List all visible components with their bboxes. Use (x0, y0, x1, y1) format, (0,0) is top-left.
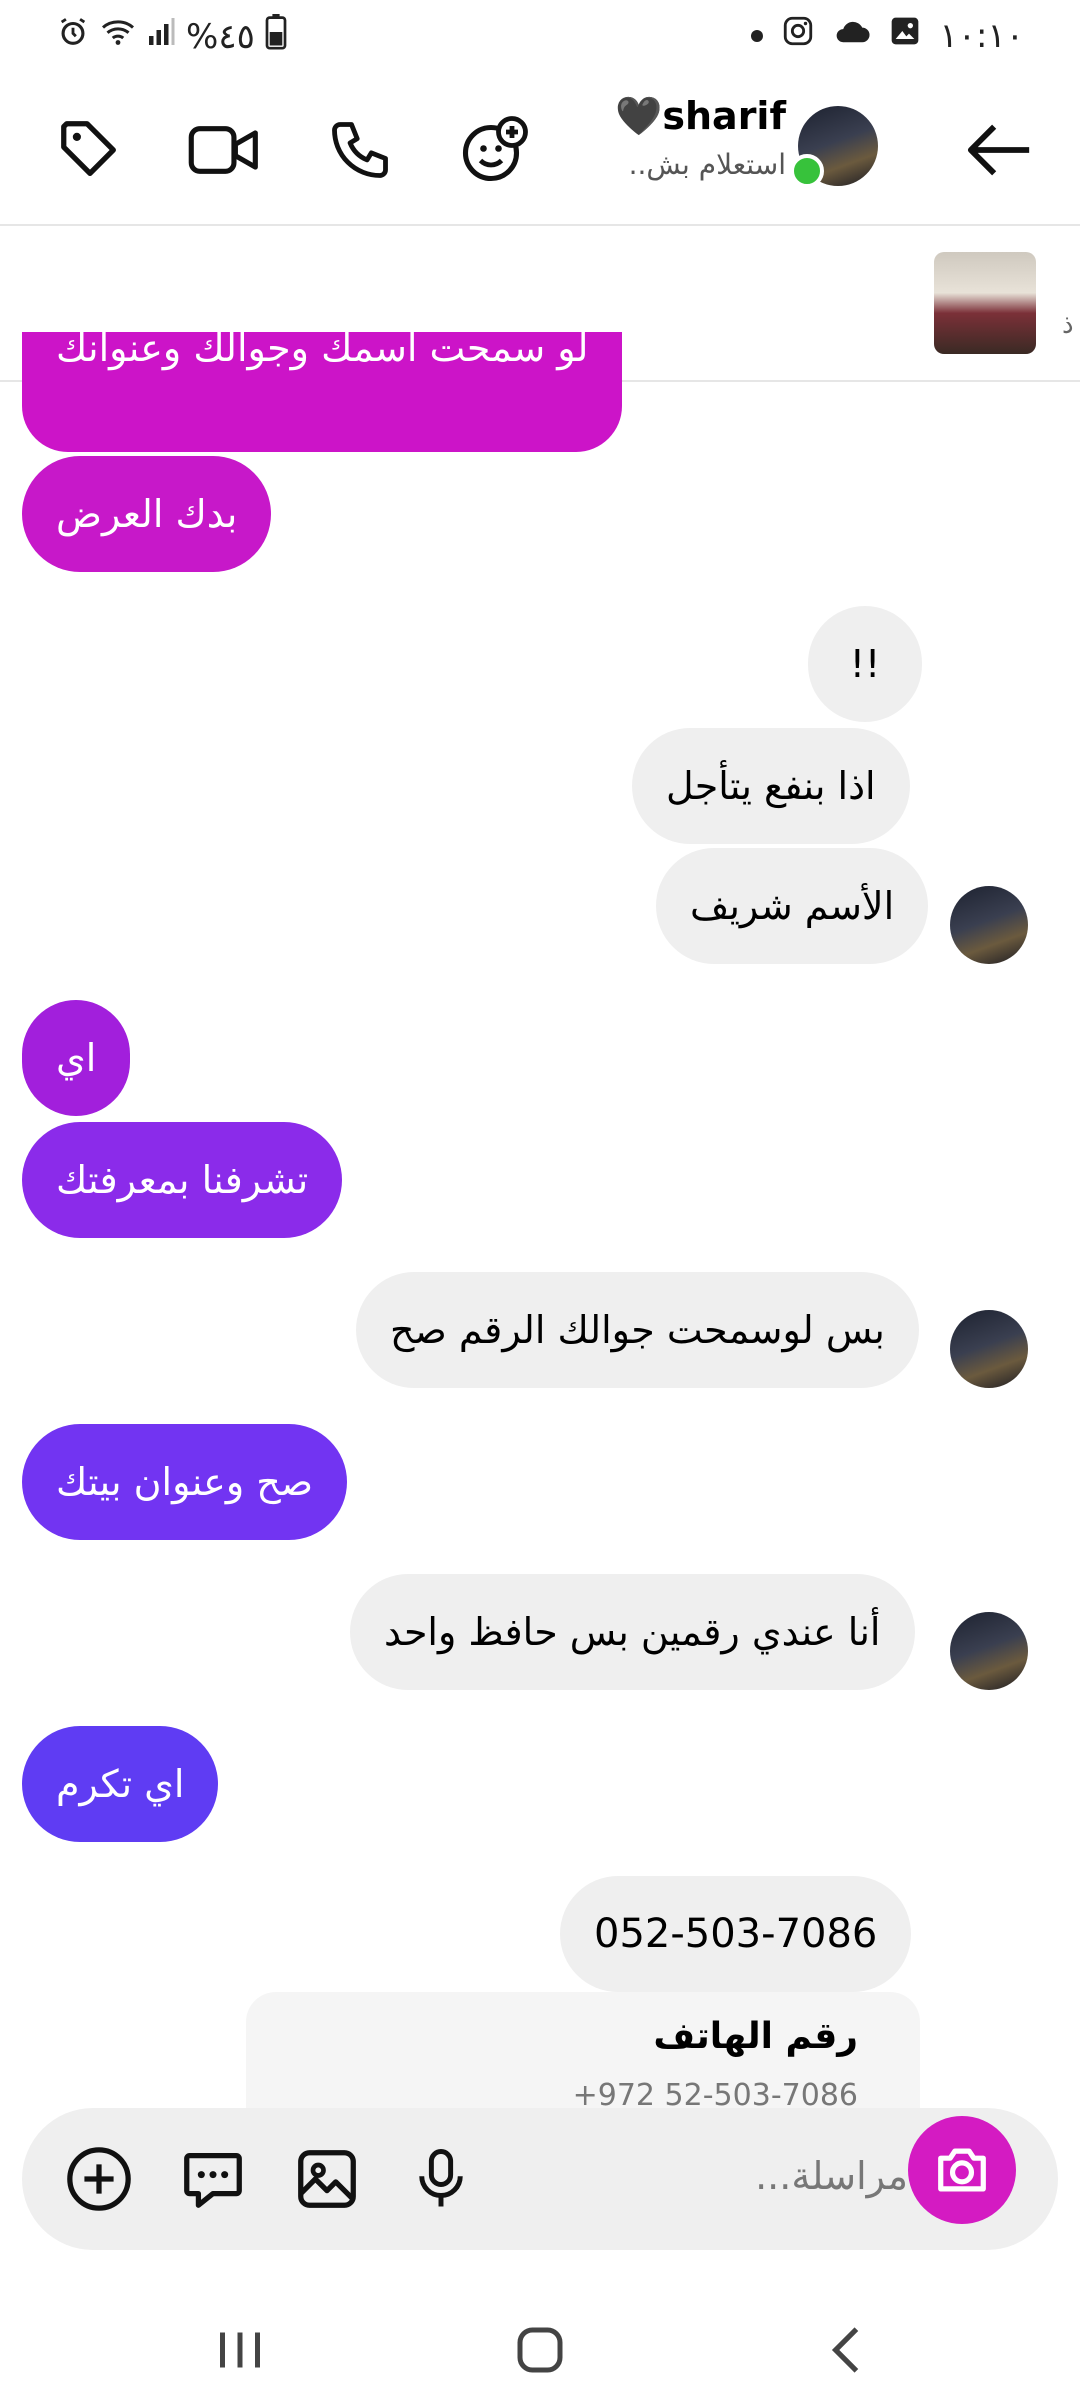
stickers-button[interactable] (452, 108, 536, 192)
message-bubble-incoming[interactable]: أنا عندي رقمين بس حافظ واحد (350, 1574, 915, 1690)
video-camera-icon (188, 126, 258, 174)
gallery-icon (889, 15, 921, 56)
battery-text: %٤٥ (186, 16, 255, 57)
message-bubble-outgoing[interactable]: تشرفنا بمعرفتك (22, 1122, 343, 1238)
contact-card[interactable]: رقم الهاتف +972 52-503-7086 (246, 1992, 920, 2113)
microphone-button[interactable] (400, 2138, 482, 2220)
contact-subtitle: استعلام بش.. (628, 148, 786, 181)
video-call-button[interactable] (182, 108, 266, 192)
pinned-text: ذ (1062, 310, 1074, 340)
message-bubble-incoming[interactable]: بس لوسمحت جوالك الرقم صح (356, 1272, 919, 1388)
home-icon (517, 2327, 563, 2373)
contact-name-text: sharif (662, 94, 786, 138)
message-bubble-outgoing[interactable]: بدك العرض (22, 456, 272, 572)
battery-icon (265, 14, 287, 59)
message-bubble-incoming[interactable]: 052-503-7086 (560, 1876, 912, 1992)
phone-icon (332, 122, 388, 178)
camera-button[interactable] (908, 2116, 1016, 2224)
chat-header: 🖤sharif استعلام بش.. (0, 72, 1080, 226)
message-input[interactable]: مراسلة... (755, 2154, 908, 2198)
image-icon (298, 2150, 356, 2208)
home-button[interactable] (500, 2310, 580, 2390)
recent-apps-button[interactable] (200, 2310, 280, 2390)
alarm-icon (56, 15, 90, 58)
contact-card-title: رقم الهاتف (653, 2016, 858, 2057)
message-bubble-incoming[interactable]: !! (808, 606, 922, 722)
back-button[interactable] (958, 108, 1042, 192)
add-button[interactable] (58, 2138, 140, 2220)
pinned-thumbnail[interactable] (934, 252, 1036, 354)
sender-avatar[interactable] (950, 886, 1028, 964)
message-text: لو سمحت اسمك وجوالك وعنوانك (56, 326, 589, 370)
chat-button[interactable] (172, 2138, 254, 2220)
message-bubble-outgoing[interactable]: اي (22, 1000, 131, 1116)
chevron-left-icon (831, 2327, 859, 2373)
sender-avatar[interactable] (950, 1310, 1028, 1388)
microphone-icon (419, 2149, 463, 2207)
status-bar: %٤٥ ١٠:١٠ (0, 0, 1080, 72)
tag-icon (61, 121, 116, 176)
cloud-icon (833, 16, 871, 56)
back-nav-button[interactable] (806, 2310, 886, 2390)
chat-bubble-icon (184, 2153, 242, 2208)
plus-circle-icon (67, 2147, 131, 2211)
signal-icon (146, 17, 176, 57)
heart-emoji: 🖤 (615, 94, 663, 138)
message-bubble-outgoing[interactable]: اي تكرم (22, 1726, 219, 1842)
notification-dot (751, 29, 764, 42)
instagram-icon (781, 14, 815, 57)
tag-button[interactable] (48, 108, 132, 192)
recent-apps-icon (220, 2332, 260, 2368)
message-bubble-incoming[interactable]: الأسم شريف (656, 848, 929, 964)
camera-icon (938, 2148, 986, 2192)
message-bubble-outgoing[interactable]: لو سمحت اسمك وجوالك وعنوانك (22, 326, 623, 452)
online-status-dot (790, 154, 824, 188)
system-nav-bar (0, 2270, 1080, 2408)
voice-call-button[interactable] (318, 108, 402, 192)
wifi-icon (100, 15, 136, 58)
gallery-button[interactable] (286, 2138, 368, 2220)
clock-time: ١٠:١٠ (939, 15, 1024, 56)
sender-avatar[interactable] (950, 1612, 1028, 1690)
contact-name[interactable]: 🖤sharif (615, 94, 786, 139)
arrow-left-icon (967, 124, 1030, 176)
message-bubble-outgoing[interactable]: صح وعنوان بيتك (22, 1424, 348, 1540)
message-bubble-incoming[interactable]: اذا بنفع يتأجل (632, 728, 910, 844)
sticker-add-icon (462, 116, 528, 182)
